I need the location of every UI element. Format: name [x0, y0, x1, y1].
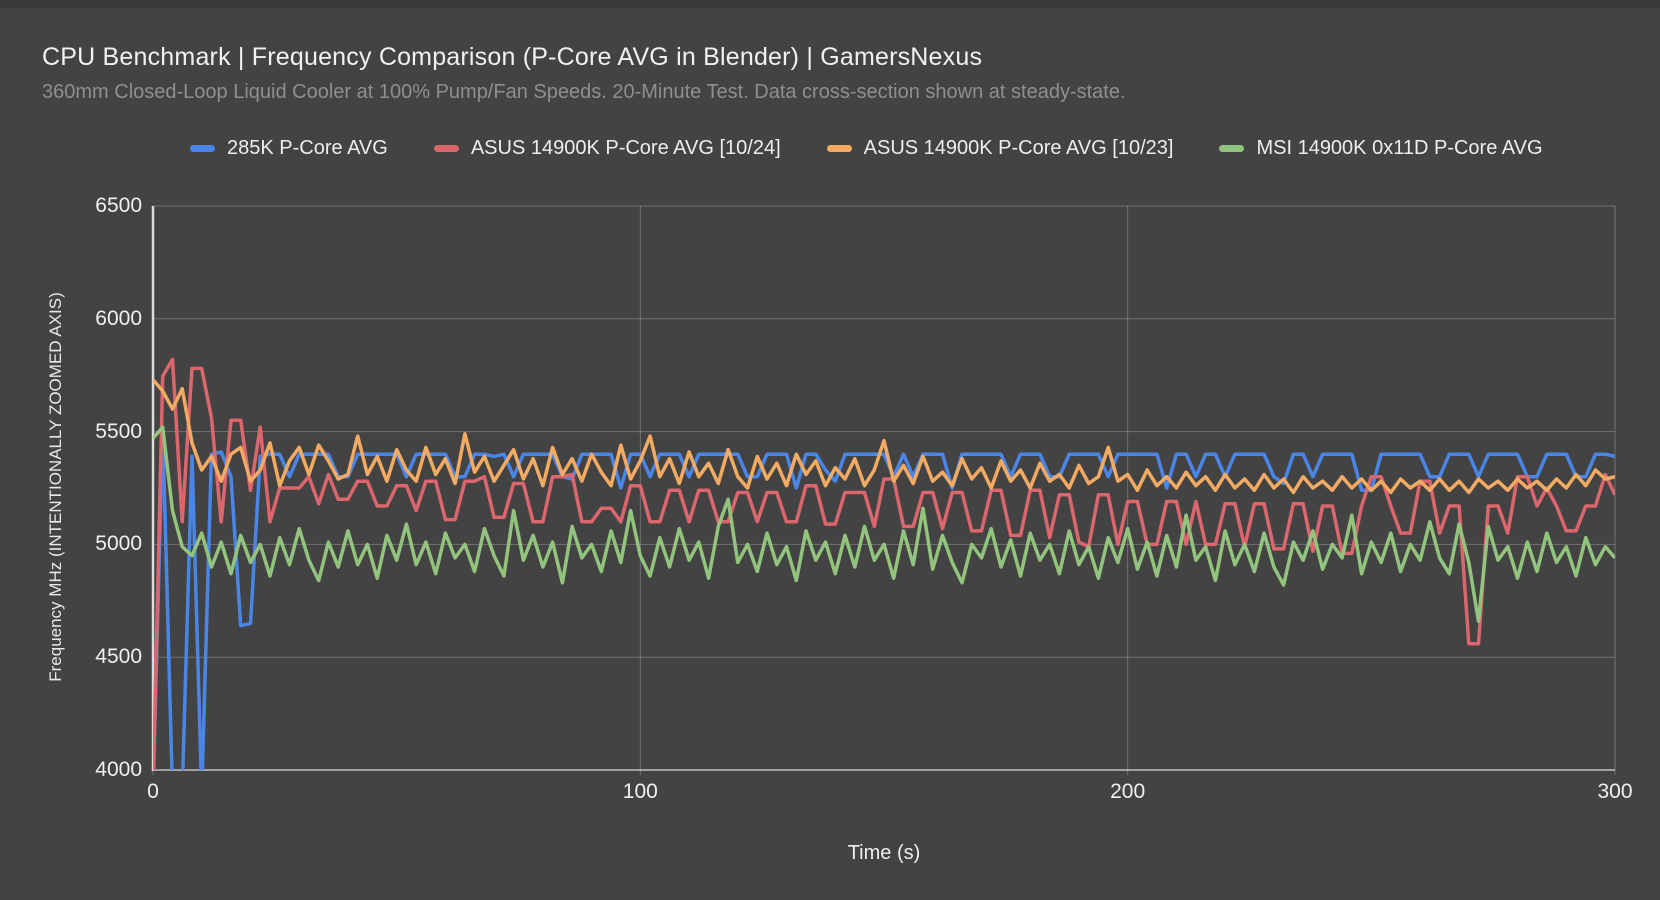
series-group [153, 359, 1615, 792]
y-tick-label: 5000 [52, 532, 142, 556]
legend-item: MSI 14900K 0x11D P-Core AVG [1219, 137, 1542, 160]
x-axis-title: Time (s) [848, 842, 921, 865]
y-tick-label: 4000 [52, 758, 142, 782]
legend-swatch-icon [1219, 145, 1244, 152]
legend-swatch-icon [827, 145, 852, 152]
legend-item: 285K P-Core AVG [190, 137, 388, 160]
y-tick-label: 6500 [52, 194, 142, 218]
plot-area [0, 0, 1660, 900]
legend-item: ASUS 14900K P-Core AVG [10/24] [434, 137, 781, 160]
series-line-1 [153, 359, 1615, 792]
x-tick-label: 200 [1083, 780, 1173, 804]
y-tick-label: 5500 [52, 420, 142, 444]
y-tick-label: 6000 [52, 307, 142, 331]
legend: 285K P-Core AVG ASUS 14900K P-Core AVG [1… [190, 137, 1543, 160]
x-tick-label: 100 [595, 780, 685, 804]
series-line-2 [153, 380, 1615, 493]
x-tick-label: 300 [1570, 780, 1660, 804]
legend-label: MSI 14900K 0x11D P-Core AVG [1256, 137, 1542, 160]
legend-item: ASUS 14900K P-Core AVG [10/23] [827, 137, 1174, 160]
y-axis-title: Frequency MHz (INTENTIONALLY ZOOMED AXIS… [46, 292, 66, 682]
page-subtitle: 360mm Closed-Loop Liquid Cooler at 100% … [42, 81, 1126, 104]
legend-swatch-icon [190, 145, 215, 152]
legend-label: ASUS 14900K P-Core AVG [10/24] [471, 137, 781, 160]
page-title: CPU Benchmark | Frequency Comparison (P-… [42, 43, 982, 72]
x-tick-label: 0 [108, 780, 198, 804]
legend-swatch-icon [434, 145, 459, 152]
chart-canvas: CPU Benchmark | Frequency Comparison (P-… [0, 0, 1660, 900]
y-tick-label: 4500 [52, 645, 142, 669]
legend-label: 285K P-Core AVG [227, 137, 388, 160]
legend-label: ASUS 14900K P-Core AVG [10/23] [864, 137, 1174, 160]
